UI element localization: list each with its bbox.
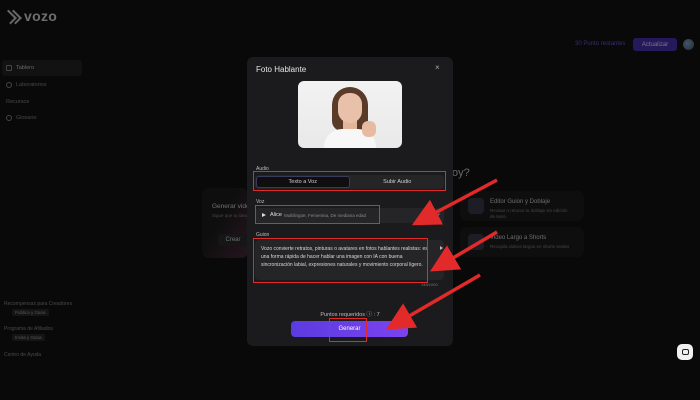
chat-button[interactable] bbox=[677, 344, 693, 360]
talking-photo-modal: Foto Hablante × Audio Texto a Voz Subir … bbox=[247, 57, 453, 346]
scroll-indicator-icon bbox=[440, 246, 443, 250]
modal-title: Foto Hablante bbox=[256, 65, 307, 74]
portrait-hand bbox=[362, 121, 376, 137]
chat-icon bbox=[681, 349, 689, 355]
chevron-down-icon bbox=[434, 211, 440, 217]
annotation-box-voice bbox=[255, 205, 380, 224]
portrait-photo bbox=[298, 81, 402, 148]
annotation-box-script bbox=[253, 238, 428, 283]
annotation-box-generate bbox=[329, 318, 367, 342]
close-icon[interactable]: × bbox=[435, 64, 440, 72]
points-required: Puntos requeridos ⓘ : 7 bbox=[320, 312, 380, 318]
annotation-box-audio bbox=[253, 171, 446, 191]
portrait-face bbox=[338, 93, 362, 123]
